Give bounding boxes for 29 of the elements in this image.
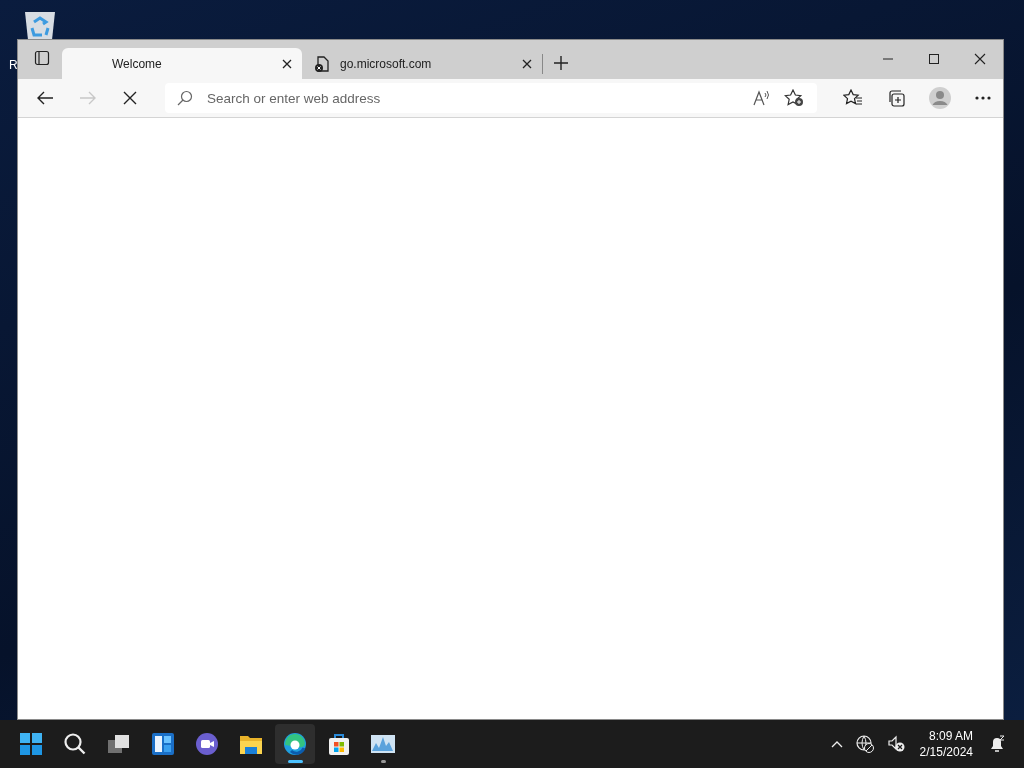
- muted-speaker-icon[interactable]: [886, 735, 905, 753]
- chevron-up-icon[interactable]: [830, 740, 843, 748]
- read-aloud-icon[interactable]: [753, 90, 771, 106]
- more-icon[interactable]: [975, 96, 991, 100]
- icon-label: R: [9, 58, 18, 72]
- clock[interactable]: 8:09 AM 2/15/2024: [919, 728, 973, 760]
- close-icon[interactable]: [974, 53, 986, 65]
- favorites-icon[interactable]: [843, 89, 863, 107]
- address-bar[interactable]: Search or enter web address: [165, 83, 817, 113]
- maximize-icon[interactable]: [928, 53, 940, 65]
- tab-actions-icon[interactable]: [34, 50, 50, 66]
- tab-title: go.microsoft.com: [340, 56, 433, 71]
- add-favorite-icon[interactable]: [784, 89, 804, 107]
- stop-icon[interactable]: [122, 90, 138, 106]
- tab-title: Welcome: [112, 56, 163, 71]
- notifications-icon[interactable]: [988, 735, 1006, 753]
- page-error-icon: [314, 55, 330, 72]
- close-icon[interactable]: [282, 58, 292, 69]
- close-icon[interactable]: [522, 58, 532, 69]
- tab[interactable]: Welcome: [62, 48, 302, 79]
- no-network-icon[interactable]: [855, 735, 874, 753]
- new-tab-icon[interactable]: [554, 56, 568, 70]
- collections-icon[interactable]: [887, 89, 905, 107]
- profile-avatar-icon[interactable]: [929, 87, 951, 109]
- search-icon: [177, 90, 193, 106]
- browser-icon[interactable]: [275, 724, 315, 764]
- recycle-bin-icon[interactable]: [22, 10, 58, 40]
- back-icon[interactable]: [36, 90, 54, 106]
- tab[interactable]: go.microsoft.com: [302, 48, 542, 79]
